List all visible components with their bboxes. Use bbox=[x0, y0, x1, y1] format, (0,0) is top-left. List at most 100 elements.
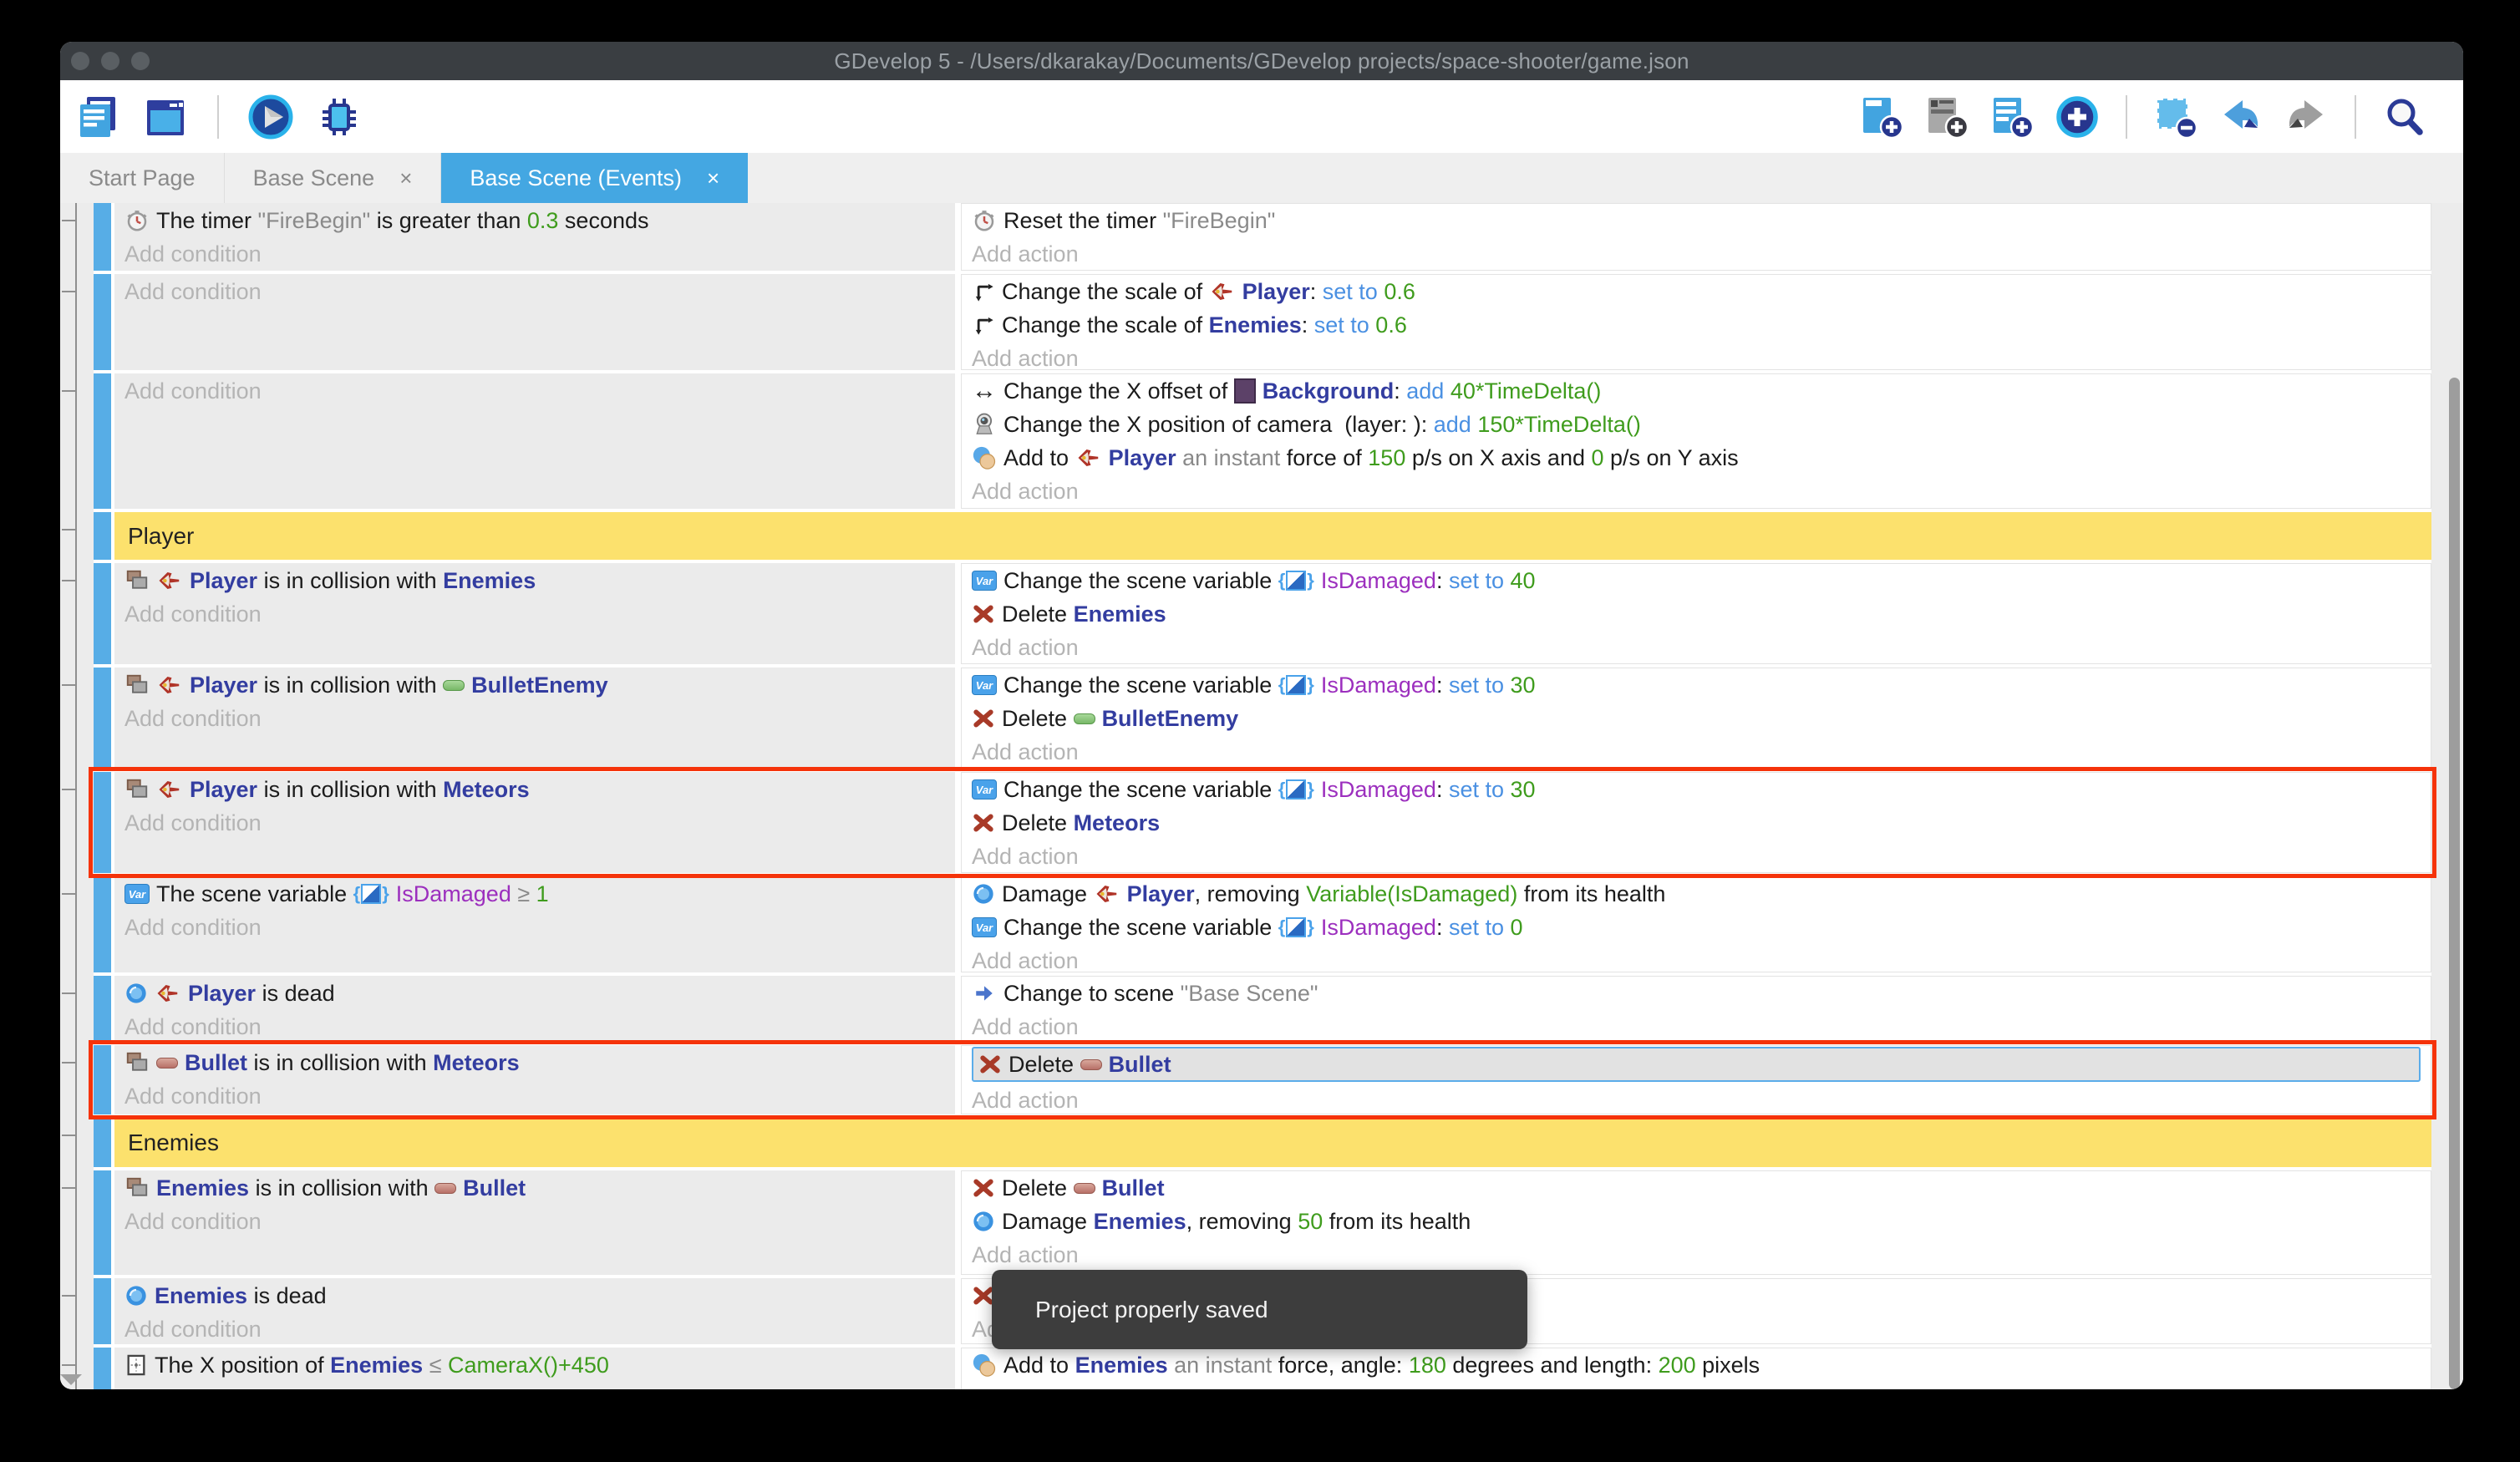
event-drag-handle[interactable] bbox=[94, 1278, 111, 1344]
event-drag-handle[interactable] bbox=[94, 203, 111, 271]
search-icon[interactable] bbox=[2381, 94, 2428, 140]
event-drag-handle[interactable] bbox=[94, 876, 111, 972]
tab-start-page[interactable]: Start Page bbox=[60, 153, 225, 203]
text-segment: The timer bbox=[156, 208, 258, 234]
text-segment: 40*TimeDelta() bbox=[1451, 378, 1602, 404]
scene-editor-icon[interactable] bbox=[142, 94, 189, 140]
add-action-button[interactable]: Add action bbox=[972, 342, 2421, 370]
window-close-button[interactable] bbox=[71, 52, 89, 70]
event-drag-handle[interactable] bbox=[94, 373, 111, 509]
action-line[interactable]: Change the X position of camera (layer: … bbox=[972, 408, 2421, 441]
add-action-button[interactable]: Add action bbox=[972, 1084, 2421, 1114]
add-condition-button[interactable]: Add condition bbox=[124, 1010, 945, 1042]
project-manager-icon[interactable] bbox=[74, 94, 120, 140]
add-condition-button[interactable]: Add condition bbox=[124, 597, 945, 631]
event-drag-handle[interactable] bbox=[94, 1348, 111, 1389]
add-condition-button[interactable]: Add condition bbox=[124, 374, 945, 408]
action-line[interactable]: Delete Bullet bbox=[972, 1171, 2421, 1205]
action-line[interactable]: VarChange the scene variable {}IsDamaged… bbox=[972, 773, 2421, 806]
window-zoom-button[interactable] bbox=[131, 52, 150, 70]
condition-line[interactable]: VarThe scene variable {}IsDamaged ≥ 1 bbox=[124, 877, 945, 911]
add-condition-button[interactable]: Add condition bbox=[124, 237, 945, 271]
add-condition-button[interactable]: Add condition bbox=[124, 806, 945, 840]
play-icon[interactable] bbox=[247, 94, 294, 140]
conditions-cell: Player is deadAdd condition bbox=[114, 976, 955, 1042]
action-line[interactable]: Add to Player an instant force of 150 p/… bbox=[972, 441, 2421, 475]
event-drag-handle[interactable] bbox=[94, 1045, 111, 1114]
event-drag-handle[interactable] bbox=[94, 772, 111, 873]
close-icon[interactable]: × bbox=[707, 165, 719, 191]
add-condition-button[interactable]: Add condition bbox=[124, 1079, 945, 1113]
action-line[interactable]: Change to scene "Base Scene" bbox=[972, 977, 2421, 1010]
add-action-button[interactable]: Add action bbox=[972, 475, 2421, 508]
add-action-button[interactable]: Add action bbox=[972, 631, 2421, 664]
text-segment: set to bbox=[1449, 915, 1511, 941]
action-line[interactable]: VarChange the scene variable {}IsDamaged… bbox=[972, 564, 2421, 597]
event-drag-handle[interactable] bbox=[94, 512, 111, 560]
add-action-button[interactable]: Add action bbox=[972, 237, 2421, 271]
action-line[interactable]: Damage Player, removing Variable(IsDamag… bbox=[972, 877, 2421, 911]
action-line[interactable]: Add to Enemies an instant force, angle: … bbox=[972, 1348, 2421, 1382]
add-condition-button[interactable]: Add condition bbox=[124, 1312, 945, 1344]
add-event-icon[interactable] bbox=[1858, 94, 1905, 140]
add-action-button[interactable]: Add action bbox=[972, 944, 2421, 972]
action-line[interactable]: Reset the timer "FireBegin" bbox=[972, 204, 2421, 237]
add-action-button[interactable]: Add action bbox=[972, 1382, 2421, 1389]
add-action-button[interactable]: Add action bbox=[972, 1010, 2421, 1042]
action-line[interactable]: Change the scale of Player: set to 0.6 bbox=[972, 275, 2421, 308]
placeholder-label: Add condition bbox=[124, 1084, 262, 1109]
action-line[interactable]: Delete BulletEnemy bbox=[972, 702, 2421, 735]
toolbar-left-group bbox=[74, 80, 363, 153]
condition-line[interactable]: The timer "FireBegin" is greater than 0.… bbox=[124, 204, 945, 237]
add-condition-button[interactable]: Add condition bbox=[124, 1205, 945, 1238]
window-minimize-button[interactable] bbox=[101, 52, 119, 70]
add-condition-button[interactable]: Add condition bbox=[124, 702, 945, 735]
event-drag-handle[interactable] bbox=[94, 668, 111, 769]
vertical-scrollbar-thumb[interactable] bbox=[2449, 378, 2460, 1389]
redo-icon[interactable] bbox=[2283, 94, 2329, 140]
add-condition-button[interactable]: Add condition bbox=[124, 275, 945, 308]
var-icon: Var bbox=[972, 675, 997, 695]
debug-icon[interactable] bbox=[316, 94, 363, 140]
event-drag-handle[interactable] bbox=[94, 563, 111, 664]
remove-selection-icon[interactable] bbox=[2152, 94, 2199, 140]
add-condition-button[interactable]: Add condition bbox=[124, 911, 945, 944]
add-comment-icon[interactable] bbox=[1923, 94, 1970, 140]
text-segment: Enemies bbox=[443, 568, 536, 594]
action-line[interactable]: VarChange the scene variable {}IsDamaged… bbox=[972, 911, 2421, 944]
action-line[interactable]: Change the scale of Enemies: set to 0.6 bbox=[972, 308, 2421, 342]
event-drag-handle[interactable] bbox=[94, 1118, 111, 1167]
text-segment: Player bbox=[188, 981, 256, 1007]
event-drag-handle[interactable] bbox=[94, 1170, 111, 1275]
group-header[interactable]: Player bbox=[114, 512, 2431, 560]
action-line[interactable]: ↔Change the X offset of Background: add … bbox=[972, 374, 2421, 408]
add-action-button[interactable]: Add action bbox=[972, 1238, 2421, 1272]
condition-line[interactable]: Player is in collision with Enemies bbox=[124, 564, 945, 597]
group-header[interactable]: Enemies bbox=[114, 1118, 2431, 1167]
action-line[interactable]: Delete Bullet bbox=[972, 1047, 2421, 1082]
add-plus-icon[interactable] bbox=[2054, 94, 2101, 140]
condition-line[interactable]: Enemies is dead bbox=[124, 1279, 945, 1312]
undo-icon[interactable] bbox=[2218, 94, 2264, 140]
action-line[interactable]: VarChange the scene variable {}IsDamaged… bbox=[972, 668, 2421, 702]
close-icon[interactable]: × bbox=[399, 165, 412, 191]
condition-line[interactable]: Player is dead bbox=[124, 977, 945, 1010]
event-drag-handle[interactable] bbox=[94, 976, 111, 1042]
action-line[interactable]: Delete Meteors bbox=[972, 806, 2421, 840]
action-line[interactable]: Delete Enemies bbox=[972, 597, 2421, 631]
condition-line[interactable]: Enemies is in collision with Bullet bbox=[124, 1171, 945, 1205]
condition-line[interactable]: Bullet is in collision with Meteors bbox=[124, 1046, 945, 1079]
add-action-button[interactable]: Add action bbox=[972, 840, 2421, 873]
action-line[interactable]: Damage Enemies, removing 50 from its hea… bbox=[972, 1205, 2421, 1238]
add-action-button[interactable]: Add action bbox=[972, 735, 2421, 769]
tab-base-scene[interactable]: Base Scene × bbox=[225, 153, 442, 203]
player-ship-icon bbox=[155, 981, 181, 1006]
event-drag-handle[interactable] bbox=[94, 274, 111, 370]
add-subevent-icon[interactable] bbox=[1989, 94, 2035, 140]
condition-line[interactable]: Player is in collision with BulletEnemy bbox=[124, 668, 945, 702]
tab-base-scene-events[interactable]: Base Scene (Events) × bbox=[441, 153, 748, 203]
condition-line[interactable]: The X position of Enemies ≤ CameraX()+45… bbox=[124, 1348, 945, 1382]
player-ship-icon bbox=[156, 777, 183, 802]
condition-line[interactable]: Player is in collision with Meteors bbox=[124, 773, 945, 806]
add-condition-button[interactable]: Add condition bbox=[124, 1382, 945, 1389]
